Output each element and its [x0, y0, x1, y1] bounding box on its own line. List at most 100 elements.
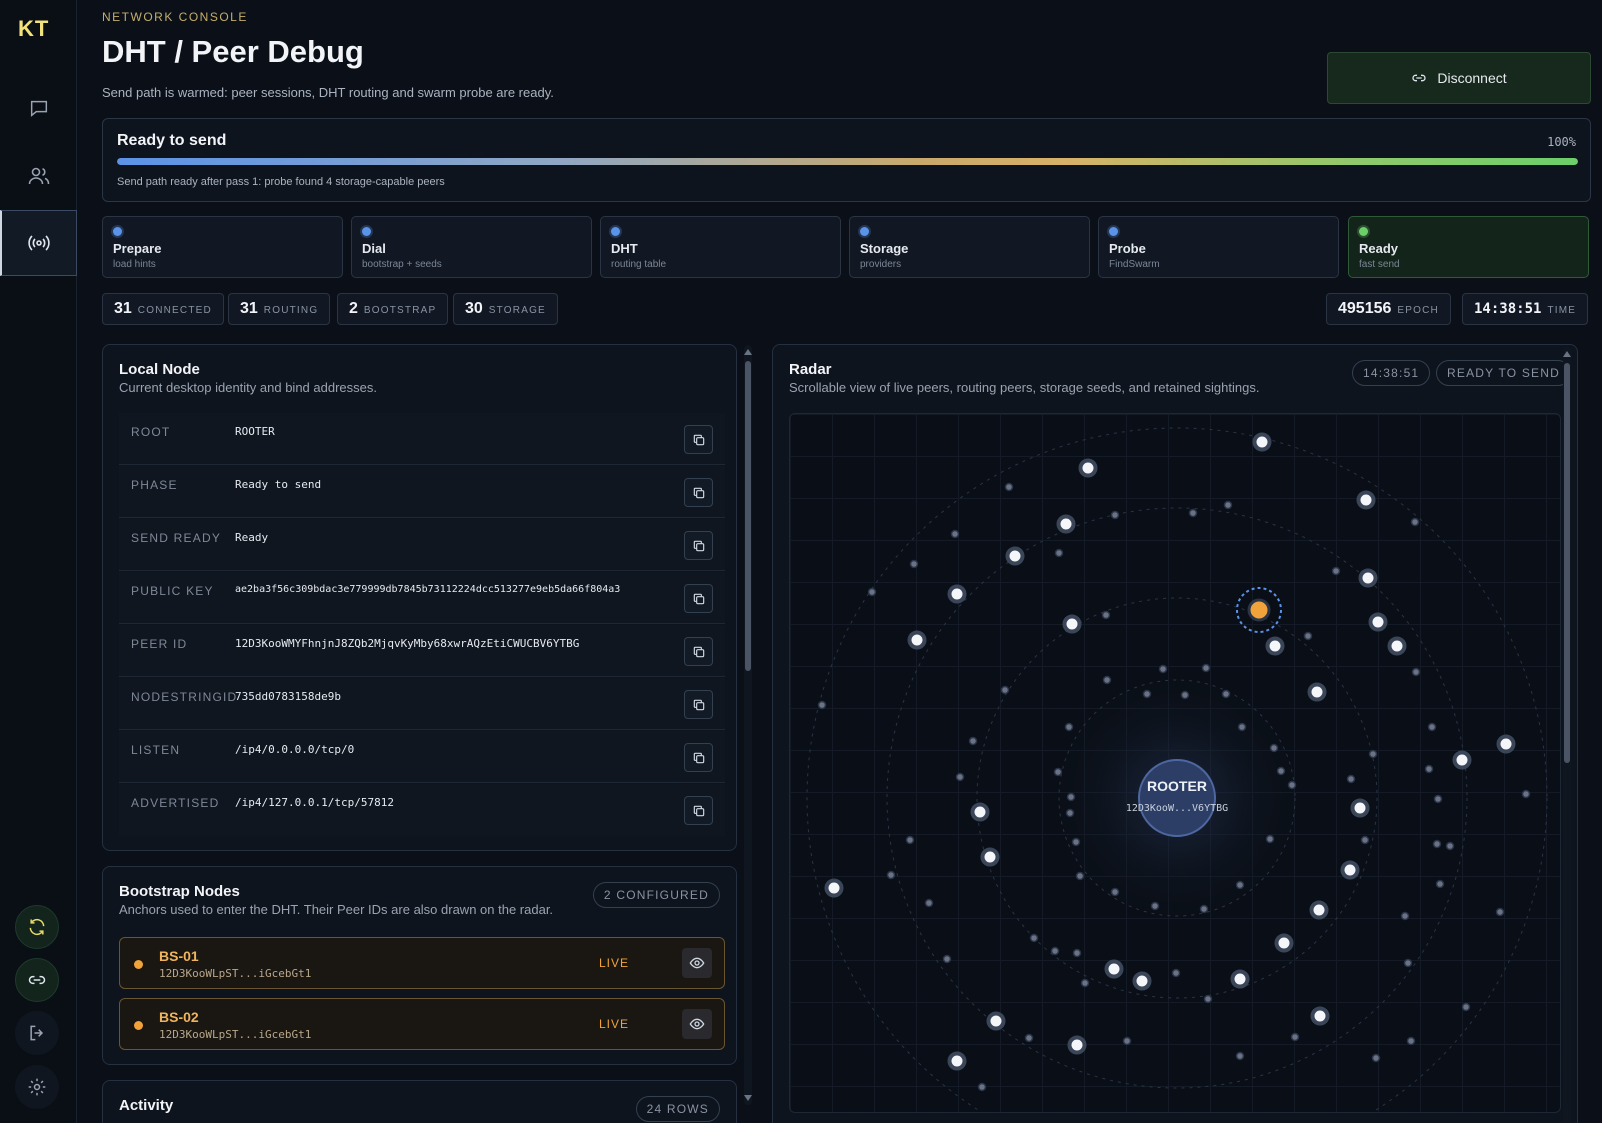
step-status-dot [1359, 227, 1368, 236]
scroll-down-arrow[interactable] [744, 1095, 752, 1101]
scroll-up-arrow[interactable] [744, 349, 752, 355]
live-peer-node[interactable] [1307, 682, 1327, 702]
step-prepare: Prepare load hints [102, 216, 343, 278]
retained-sighting [1371, 1053, 1381, 1063]
time-label: TIME [1547, 305, 1577, 316]
live-peer-node[interactable] [980, 847, 1000, 867]
live-peer-node[interactable] [1350, 798, 1370, 818]
panel-description: Anchors used to enter the DHT. Their Pee… [119, 902, 554, 917]
panel-description: Scrollable view of live peers, routing p… [789, 380, 1260, 395]
disconnect-button[interactable]: Disconnect [1327, 52, 1591, 104]
copy-button[interactable] [684, 637, 713, 666]
live-peer-node[interactable] [1274, 933, 1294, 953]
logout-button[interactable] [15, 1011, 59, 1055]
copy-button[interactable] [684, 531, 713, 560]
nav-chat[interactable] [0, 75, 77, 141]
scroll-thumb[interactable] [1564, 363, 1570, 763]
refresh-button[interactable] [15, 905, 59, 949]
retained-sighting [1065, 808, 1075, 818]
radar-status-badge: READY TO SEND [1436, 360, 1571, 386]
live-peer-node[interactable] [1067, 1035, 1087, 1055]
copy-icon [693, 540, 704, 551]
scroll-up-arrow[interactable] [1563, 351, 1571, 357]
connection-button[interactable] [15, 958, 59, 1002]
stat-bootstrap: 2 BOOTSTRAP [337, 293, 449, 325]
link-icon [28, 975, 46, 985]
live-peer-node[interactable] [1368, 612, 1388, 632]
retained-sighting [1403, 958, 1413, 968]
live-peer-node[interactable] [1358, 568, 1378, 588]
step-status-dot [1109, 227, 1118, 236]
view-node-button[interactable] [682, 1009, 712, 1039]
left-column-scrollbar[interactable] [744, 345, 752, 1105]
scroll-thumb[interactable] [745, 361, 751, 671]
live-peer-node[interactable] [1005, 546, 1025, 566]
live-peer-node[interactable] [1310, 1006, 1330, 1026]
configured-badge: 2 CONFIGURED [592, 882, 720, 908]
live-peer-node[interactable] [1230, 969, 1250, 989]
stat-value: 31 [114, 300, 132, 317]
logout-icon [30, 1025, 44, 1041]
kv-value: Ready [235, 531, 269, 544]
live-peer-node[interactable] [947, 584, 967, 604]
live-peer-node[interactable] [1387, 636, 1407, 656]
retained-sighting [1303, 631, 1313, 641]
nav-network-debug[interactable] [0, 210, 77, 276]
view-node-button[interactable] [682, 948, 712, 978]
step-name: DHT [611, 241, 638, 256]
retained-sighting [1188, 508, 1198, 518]
local-node-marker[interactable] [1138, 759, 1216, 837]
retained-sighting [1461, 1002, 1471, 1012]
copy-button[interactable] [684, 690, 713, 719]
live-peer-node[interactable] [1309, 900, 1329, 920]
live-peer-node[interactable] [1452, 750, 1472, 770]
live-peer-node[interactable] [970, 802, 990, 822]
step-name: Storage [860, 241, 909, 256]
step-status-dot [860, 227, 869, 236]
live-peer-node[interactable] [1056, 514, 1076, 534]
copy-button[interactable] [684, 743, 713, 772]
bootstrap-node-card: BS-01 12D3KooWLpST...iGcebGt1 LIVE [119, 937, 725, 989]
live-peer-node[interactable] [1104, 959, 1124, 979]
retained-sighting [867, 587, 877, 597]
retained-sighting [1269, 743, 1279, 753]
live-peer-node[interactable] [1252, 432, 1272, 452]
stat-label: ROUTING [263, 305, 319, 316]
panel-title: Radar [789, 361, 832, 378]
retained-sighting [1110, 510, 1120, 520]
copy-button[interactable] [684, 478, 713, 507]
bootstrap-node-card: BS-02 12D3KooWLpST...iGcebGt1 LIVE [119, 998, 725, 1050]
stat-label: BOOTSTRAP [363, 305, 437, 316]
settings-button[interactable] [15, 1065, 59, 1109]
live-peer-node[interactable] [1078, 458, 1098, 478]
live-peer-node[interactable] [1496, 734, 1516, 754]
radar-scrollbar[interactable] [1563, 347, 1571, 1123]
step-sub: routing table [611, 259, 667, 270]
nav-peers[interactable] [0, 143, 77, 209]
radar-canvas[interactable]: ROOTER 12D3KooW...V6YTBG [789, 413, 1561, 1113]
live-peer-node[interactable] [824, 878, 844, 898]
kv-value: ROOTER [235, 425, 275, 438]
live-peer-node[interactable] [907, 630, 927, 650]
retained-sighting [1368, 749, 1378, 759]
live-peer-node[interactable] [947, 1051, 967, 1071]
retained-sighting [1066, 792, 1076, 802]
live-peer-node[interactable] [1340, 860, 1360, 880]
live-peer-node[interactable] [1265, 636, 1285, 656]
storage-seed-node[interactable] [1247, 598, 1271, 622]
copy-button[interactable] [684, 796, 713, 825]
retained-sighting [1331, 566, 1341, 576]
copy-button[interactable] [684, 584, 713, 613]
live-peer-node[interactable] [1062, 614, 1082, 634]
kv-key: ADVERTISED [131, 796, 220, 810]
live-peer-node[interactable] [986, 1011, 1006, 1031]
retained-sighting [1400, 911, 1410, 921]
copy-button[interactable] [684, 425, 713, 454]
live-peer-node[interactable] [1132, 971, 1152, 991]
live-peer-node[interactable] [1356, 490, 1376, 510]
stat-connected: 31 CONNECTED [102, 293, 224, 325]
retained-sighting [968, 736, 978, 746]
step-sub: load hints [113, 259, 156, 270]
bootstrap-node-name: BS-02 [159, 1009, 199, 1025]
retained-sighting [1221, 689, 1231, 699]
